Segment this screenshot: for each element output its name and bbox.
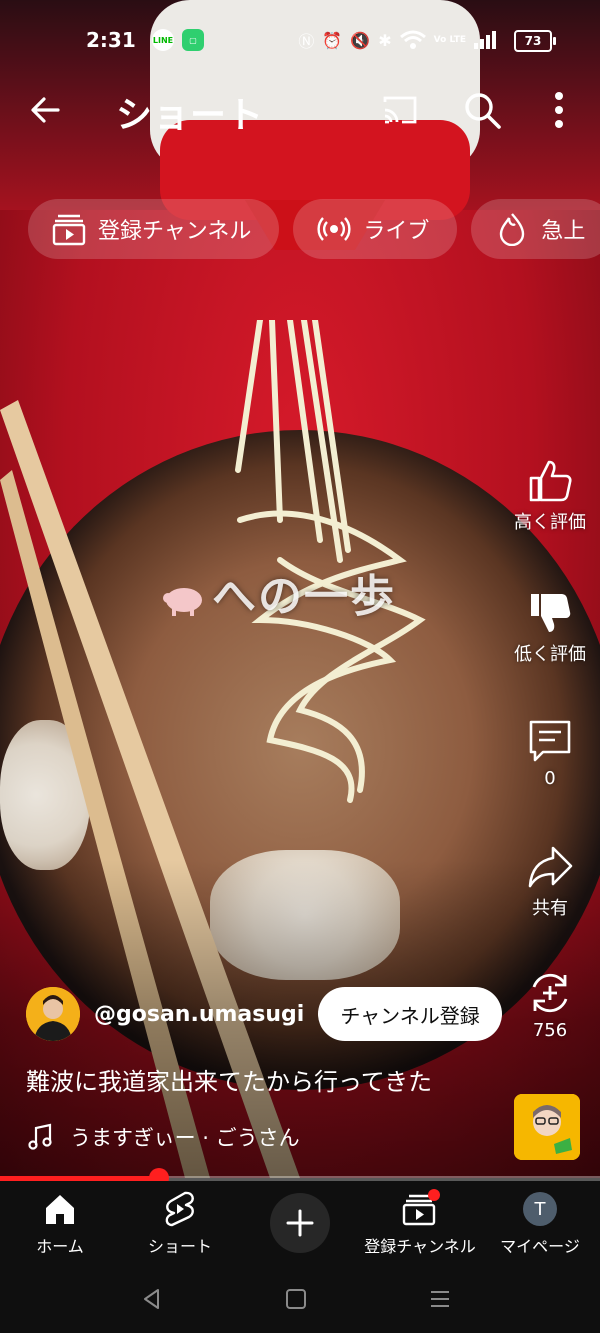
subscribe-button[interactable]: チャンネル登録 xyxy=(318,987,502,1041)
comment-count: 0 xyxy=(544,768,556,789)
video-caption[interactable]: 難波に我道家出来てたから行ってきた xyxy=(26,1062,432,1097)
notification-dot xyxy=(428,1189,440,1201)
nav-profile-label: マイページ xyxy=(500,1237,580,1256)
pig-icon xyxy=(163,588,202,616)
nav-shorts-label: ショート xyxy=(147,1237,212,1256)
comments-button[interactable]: 0 xyxy=(500,718,600,789)
remix-button[interactable]: 756 xyxy=(500,970,600,1041)
chip-trending[interactable]: 急上 xyxy=(471,199,600,259)
video-overlay-text: への一歩 xyxy=(212,571,396,622)
thumbs-down-icon xyxy=(531,594,571,632)
plus-icon xyxy=(286,1209,314,1237)
status-bar: 2:31 LINE ▢ Ⓝ ⏰ 🔇 ✱ Vo LTE 73 xyxy=(0,0,600,80)
music-row[interactable]: うますぎぃー · ごうさん xyxy=(26,1122,300,1152)
music-note-icon xyxy=(28,1123,52,1150)
channel-avatar-image xyxy=(26,987,80,1041)
system-navigation-bar xyxy=(0,1265,600,1333)
signal-icon xyxy=(474,31,496,49)
thumbs-up-icon xyxy=(529,460,572,502)
live-icon xyxy=(317,217,351,241)
bottom-navigation: ホーム ショート 登録チャンネル T マイページ xyxy=(0,1181,600,1265)
shorts-screen: { "status_bar": { "time": "2:31", "batte… xyxy=(0,0,600,1333)
status-icons: Ⓝ ⏰ 🔇 ✱ Vo LTE xyxy=(298,28,550,52)
share-label: 共有 xyxy=(532,898,568,919)
nfc-icon: Ⓝ xyxy=(298,32,315,51)
sound-thumbnail-image xyxy=(514,1094,580,1160)
remix-icon xyxy=(532,973,568,1013)
chip-label: ライブ xyxy=(363,219,430,244)
nav-profile[interactable]: T マイページ xyxy=(480,1191,600,1257)
comment-icon xyxy=(529,720,571,762)
page-title: ショート xyxy=(116,95,265,136)
wifi-icon xyxy=(399,30,426,49)
shorts-icon xyxy=(165,1191,194,1227)
volte-icon: Vo LTE xyxy=(433,34,466,45)
channel-row: @gosan.umasugi チャンネル登録 xyxy=(26,986,502,1042)
status-time: 2:31 xyxy=(86,28,136,52)
feed-filter-chips: 登録チャンネル ライブ 急上 xyxy=(28,199,600,259)
nav-subscriptions[interactable]: 登録チャンネル xyxy=(360,1189,480,1257)
trending-icon xyxy=(500,213,525,246)
share-button[interactable]: 共有 xyxy=(500,844,600,920)
subscriptions-icon xyxy=(52,214,86,246)
avatar[interactable] xyxy=(26,987,80,1041)
app-notification-icon: ▢ xyxy=(182,29,204,51)
like-label: 高く評価 xyxy=(514,512,586,533)
music-label: うますぎぃー · ごうさん xyxy=(70,1126,300,1150)
line-icon: LINE xyxy=(152,29,174,51)
chip-label: 登録チャンネル xyxy=(98,219,252,244)
dislike-label: 低く評価 xyxy=(514,644,586,665)
bluetooth-icon: ✱ xyxy=(378,30,392,50)
nav-subscriptions-label: 登録チャンネル xyxy=(364,1237,476,1256)
system-recents-icon[interactable] xyxy=(428,1287,452,1311)
remix-count: 756 xyxy=(532,1020,568,1041)
mute-icon: 🔇 xyxy=(350,30,371,50)
chip-label: 急上 xyxy=(541,219,586,244)
system-back-icon[interactable] xyxy=(140,1287,164,1311)
search-icon[interactable] xyxy=(462,90,502,130)
top-app-bar: ショート xyxy=(0,80,600,140)
alarm-icon: ⏰ xyxy=(322,30,343,50)
sound-thumbnail[interactable] xyxy=(514,1094,580,1160)
share-icon xyxy=(528,846,573,888)
home-icon xyxy=(46,1195,74,1224)
chip-subscriptions[interactable]: 登録チャンネル xyxy=(28,199,280,259)
nav-home-label: ホーム xyxy=(36,1237,84,1256)
profile-avatar: T xyxy=(523,1192,557,1226)
chip-live[interactable]: ライブ xyxy=(293,199,458,259)
nav-shorts[interactable]: ショート xyxy=(120,1191,240,1257)
more-options-icon[interactable] xyxy=(548,88,570,132)
battery-icon: 73 xyxy=(514,30,556,52)
back-arrow-icon[interactable] xyxy=(28,92,64,128)
system-home-icon[interactable] xyxy=(284,1287,308,1311)
cast-icon[interactable] xyxy=(382,92,418,128)
like-button[interactable]: 高く評価 xyxy=(500,458,600,534)
channel-handle[interactable]: @gosan.umasugi xyxy=(94,1002,304,1027)
create-button[interactable] xyxy=(270,1193,330,1253)
dislike-button[interactable]: 低く評価 xyxy=(500,590,600,666)
nav-home[interactable]: ホーム xyxy=(0,1191,120,1257)
